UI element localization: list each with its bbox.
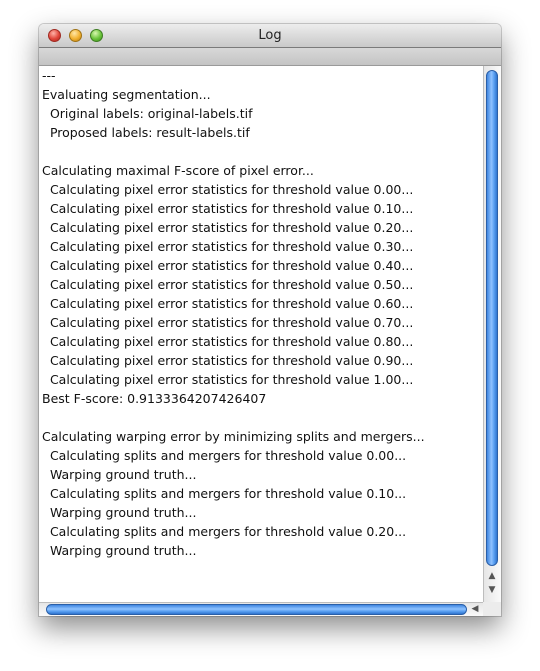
log-line: Proposed labels: result-labels.tif: [42, 125, 250, 140]
scroll-up-arrow-icon[interactable]: ▲: [486, 570, 498, 582]
toolbar-strip: [39, 48, 501, 66]
log-line: Warping ground truth...: [42, 505, 197, 520]
log-line: Calculating pixel error statistics for t…: [42, 220, 414, 235]
log-line: Best F-score: 0.9133364207426407: [42, 391, 267, 406]
horizontal-scrollbar[interactable]: ◀ ▶: [39, 602, 501, 616]
vertical-scrollbar[interactable]: ▲ ▼: [483, 66, 501, 602]
log-line: Calculating splits and mergers for thres…: [42, 448, 407, 463]
title-bar[interactable]: Log: [39, 24, 501, 48]
log-line: Calculating pixel error statistics for t…: [42, 258, 414, 273]
log-line: Calculating maximal F-score of pixel err…: [42, 163, 314, 178]
log-text-area[interactable]: --- Evaluating segmentation... Original l…: [39, 66, 483, 602]
horizontal-scroll-thumb[interactable]: [46, 604, 467, 615]
log-line: Calculating splits and mergers for thres…: [42, 524, 407, 539]
log-line: Calculating pixel error statistics for t…: [42, 277, 414, 292]
log-line: Calculating pixel error statistics for t…: [42, 353, 414, 368]
log-line: Warping ground truth...: [42, 467, 197, 482]
log-line: Calculating pixel error statistics for t…: [42, 182, 414, 197]
log-line: Calculating pixel error statistics for t…: [42, 296, 414, 311]
log-line: Calculating pixel error statistics for t…: [42, 239, 414, 254]
window-title: Log: [258, 28, 282, 43]
log-line: Evaluating segmentation...: [42, 87, 211, 102]
log-line: Calculating pixel error statistics for t…: [42, 372, 414, 387]
scroll-down-arrow-icon[interactable]: ▼: [486, 584, 498, 596]
log-lines: --- Evaluating segmentation... Original l…: [39, 66, 483, 560]
vertical-scroll-thumb[interactable]: [486, 70, 498, 566]
scroll-corner: [483, 602, 501, 616]
log-line: Warping ground truth...: [42, 543, 197, 558]
log-line: Calculating warping error by minimizing …: [42, 429, 425, 444]
log-line: Calculating pixel error statistics for t…: [42, 315, 414, 330]
log-line: ---: [42, 68, 56, 83]
log-line: Calculating pixel error statistics for t…: [42, 334, 414, 349]
log-line: Calculating pixel error statistics for t…: [42, 201, 414, 216]
scroll-left-arrow-icon[interactable]: ◀: [469, 603, 481, 616]
screen: Log --- Evaluating segmentation... Origin…: [0, 0, 540, 671]
log-line: Calculating splits and mergers for thres…: [42, 486, 407, 501]
log-line: Original labels: original-labels.tif: [42, 106, 253, 121]
log-window: Log --- Evaluating segmentation... Origin…: [39, 24, 501, 616]
